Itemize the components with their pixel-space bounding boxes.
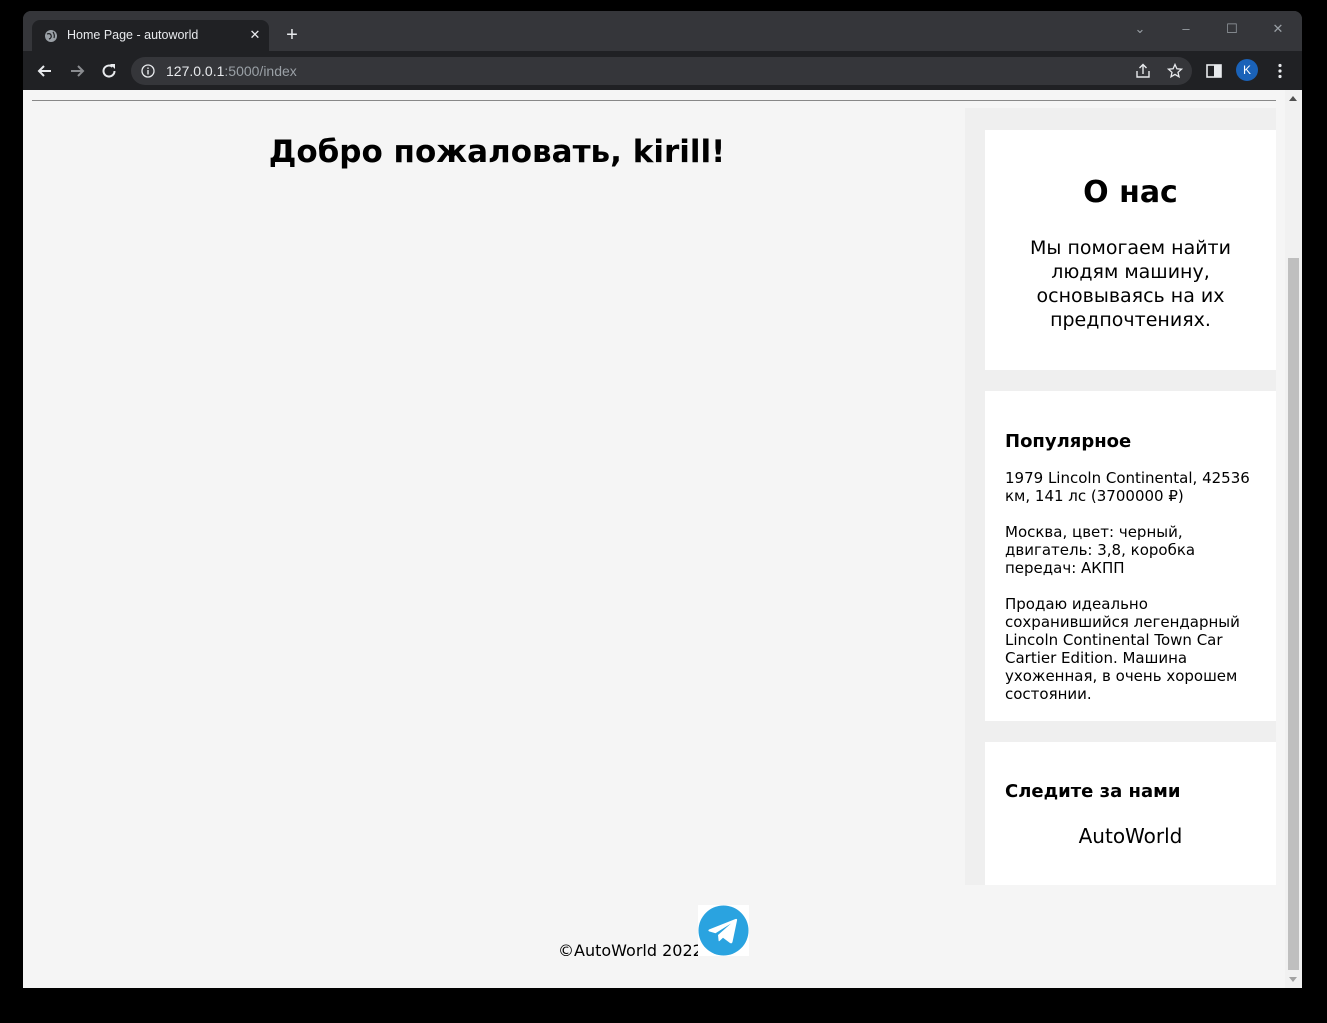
address-bar[interactable]: 127.0.0.1:5000/index [131,57,1192,85]
profile-avatar[interactable]: K [1236,59,1258,81]
scrollbar-thumb[interactable] [1288,258,1299,970]
browser-window: Home Page - autoworld ✕ + ⌄ – ☐ ✕ 127.0.… [23,11,1302,988]
popular-car-description: Продаю идеально сохранившийся легендарны… [1005,595,1240,703]
tab-home-page[interactable]: Home Page - autoworld ✕ [32,20,269,51]
popular-card: Популярное 1979 Lincoln Continental, 425… [985,391,1276,721]
reload-icon[interactable] [99,61,119,81]
forward-arrow-icon[interactable] [67,61,87,81]
tab-strip: Home Page - autoworld ✕ + ⌄ – ☐ ✕ [23,11,1302,51]
tab-title: Home Page - autoworld [67,28,199,42]
popular-car-details: Москва, цвет: черный, двигатель: 3,8, ко… [1005,523,1196,577]
tab-close-icon[interactable]: ✕ [248,28,262,42]
minimize-button[interactable]: – [1174,17,1198,41]
maximize-button[interactable]: ☐ [1220,17,1244,41]
browser-toolbar: 127.0.0.1:5000/index K [23,51,1302,90]
url-path: :5000/index [224,63,297,79]
share-icon[interactable] [1135,63,1151,79]
globe-icon [45,30,57,42]
about-text: Мы помогаем найти людям машину, основыва… [1030,237,1231,331]
header-divider [32,100,1276,101]
follow-title: Следите за нами [1005,781,1181,802]
tab-search-icon[interactable]: ⌄ [1128,17,1152,41]
side-panel-icon[interactable] [1205,62,1223,80]
scroll-up-arrow-icon[interactable] [1289,96,1297,101]
more-menu-icon[interactable] [1271,62,1289,80]
new-tab-button[interactable]: + [283,25,301,45]
back-arrow-icon[interactable] [35,61,55,81]
footer-copyright: ©AutoWorld 2022 [558,941,703,960]
telegram-icon[interactable] [698,905,749,956]
url-text: 127.0.0.1:5000/index [166,63,297,79]
site-info-icon[interactable] [141,64,155,78]
popular-title: Популярное [1005,431,1132,452]
follow-card: Следите за нами AutoWorld [985,742,1276,885]
page-viewport: Добро пожаловать, kirill! О нас Мы помог… [23,90,1302,988]
about-title: О нас [1083,175,1178,210]
vertical-scrollbar[interactable] [1285,90,1302,988]
scroll-down-arrow-icon[interactable] [1289,977,1297,982]
about-card: О нас Мы помогаем найти людям машину, ос… [985,130,1276,370]
popular-car-summary: 1979 Lincoln Continental, 42536 км, 141 … [1005,469,1250,505]
welcome-heading: Добро пожаловать, kirill! [268,134,726,170]
close-window-button[interactable]: ✕ [1266,17,1290,41]
bookmark-star-icon[interactable] [1167,63,1183,79]
follow-brand-link[interactable]: AutoWorld [985,824,1276,848]
url-host: 127.0.0.1 [166,63,225,79]
